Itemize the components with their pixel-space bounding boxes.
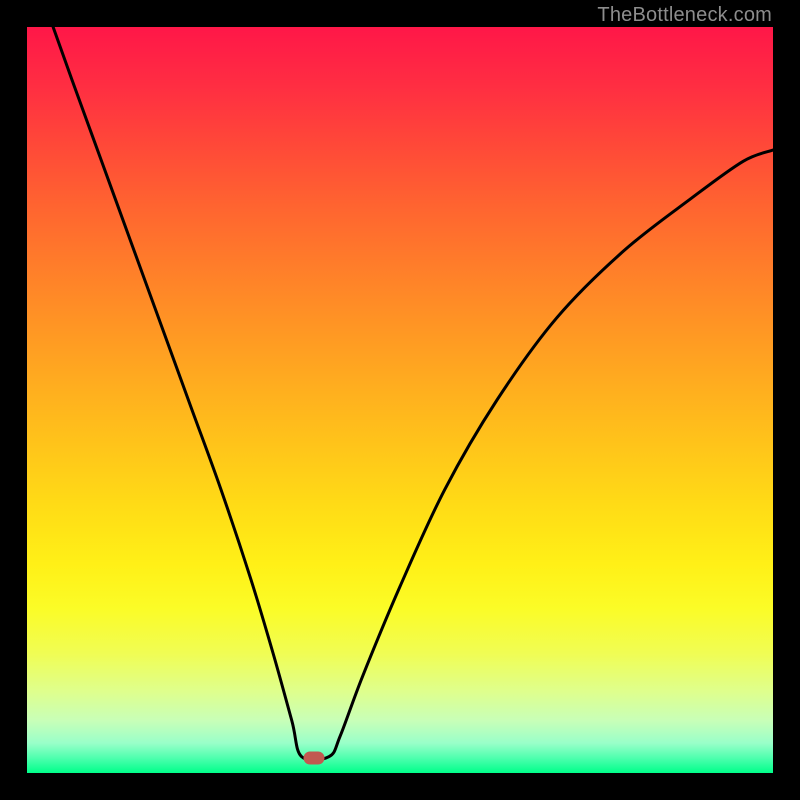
plot-area (27, 27, 773, 773)
watermark-text: TheBottleneck.com (597, 4, 772, 27)
optimal-marker (304, 752, 325, 765)
bottleneck-curve (27, 27, 773, 773)
chart-frame: TheBottleneck.com (0, 0, 800, 800)
